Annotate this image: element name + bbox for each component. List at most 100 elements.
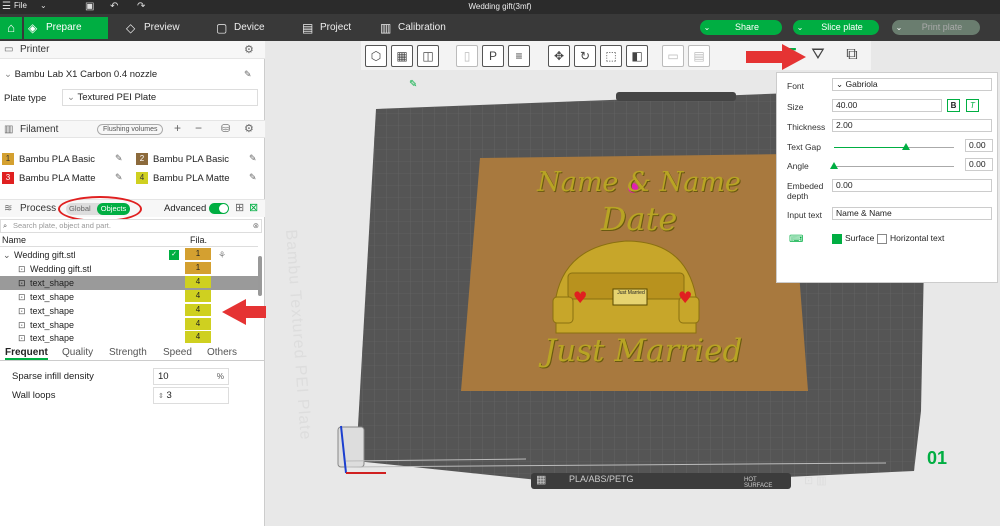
fila-cell[interactable]: 4 [185,304,211,316]
add-cube-icon[interactable]: ⬡ [365,45,387,67]
gear-icon[interactable]: ⚙ [244,43,254,56]
edit-icon[interactable]: ✎ [115,153,123,164]
tab-quality[interactable]: Quality [62,347,93,358]
slice-plate-button[interactable]: Slice plate [805,20,879,35]
split-icon[interactable]: ▤ [688,45,710,67]
slider-thumb[interactable] [830,162,838,169]
part-row[interactable]: ⊡ Wedding gift.stl 1 [0,262,258,276]
part-name: Wedding gift.stl [30,264,92,274]
advanced-toggle[interactable] [209,203,229,214]
keyboard-icon[interactable]: ⌨ [789,234,803,245]
add-icon[interactable]: + [174,121,181,135]
size-input[interactable]: 40.00 [832,99,942,112]
gear-icon[interactable]: ⚙ [244,122,254,135]
settings-icon[interactable]: ⚘ [218,248,226,262]
project-icon: ▤ [302,21,314,35]
fila-cell[interactable]: 4 [185,318,211,330]
edit-icon[interactable]: ✎ [249,153,257,164]
model-text-just-married[interactable]: Just Married [498,333,788,369]
orient-icon[interactable]: ⊡ [804,475,813,487]
embedded-depth-input[interactable]: 0.00 [832,179,992,192]
tab-speed[interactable]: Speed [163,347,192,358]
chevron-down-icon[interactable]: ⌄ [3,248,11,262]
3d-viewport[interactable]: ♥ ♥ ✎ Name & Name Date Just Married Just… [266,41,1000,526]
printer-select[interactable]: ⌄ Bambu Lab X1 Carbon 0.4 nozzle [0,67,258,84]
font-select[interactable]: ⌄ Gabriola [832,78,992,91]
remove-icon[interactable]: − [195,121,202,135]
tab-strength[interactable]: Strength [109,347,147,358]
stepper-icon[interactable]: ⇕ [158,393,164,400]
surface-option[interactable]: Surface [832,233,874,244]
tab-frequent[interactable]: Frequent [5,347,48,360]
paint-bucket-icon[interactable]: ⛛ [807,45,829,67]
tab-others[interactable]: Others [207,347,237,358]
surface-checkbox[interactable] [832,233,842,244]
fila-cell[interactable]: 1 [185,248,211,260]
fila-cell[interactable]: 4 [185,331,211,343]
angle-input[interactable]: 0.00 [965,158,993,171]
edit-icon[interactable]: ✎ [244,69,252,80]
edit-icon[interactable]: ✎ [249,172,257,183]
filament-slot-1[interactable]: 1 Bambu PLA Basic [2,152,128,168]
horizontal-text-option[interactable]: Horizontal text [877,233,944,244]
text-gap-input[interactable]: 0.00 [965,139,993,152]
tab-preview[interactable]: ◇ Preview [122,17,202,39]
part-row[interactable]: ⊡ text_shape 4 [0,331,258,343]
part-row-selected[interactable]: ⊡ text_shape 4 [0,276,258,290]
compare-icon[interactable]: ⊞ [235,201,244,214]
plate-type-select[interactable]: ⌄ Textured PEI Plate [62,89,258,106]
add-plate-icon[interactable]: ▦ [391,45,413,67]
rotate-icon[interactable]: ↻ [574,45,596,67]
grid-icon[interactable]: ⊠ [249,201,258,214]
input-text-field[interactable]: Name & Name [832,207,992,220]
cut-icon[interactable]: ▭ [662,45,684,67]
plate-p-icon[interactable]: P [482,45,504,67]
thickness-input[interactable]: 2.00 [832,119,992,132]
object-list-scrollbar[interactable] [258,256,262,296]
print-plate-button[interactable]: Print plate [904,20,980,35]
auto-orient-icon[interactable]: ◫ [417,45,439,67]
object-row[interactable]: ⌄ Wedding gift.stl ✓ 1 ⚘ [0,248,258,262]
fila-cell[interactable]: 4 [185,290,211,302]
edit-icon[interactable]: ✎ [115,172,123,183]
horizontal-text-checkbox[interactable] [877,233,887,244]
plate-actions[interactable]: ⊡ ▥ [804,474,827,487]
model-text-date[interactable]: Date [494,200,784,238]
part-row[interactable]: ⊡ text_shape 4 [0,318,258,332]
fila-cell[interactable]: 1 [185,262,211,274]
scale-icon[interactable]: ⬚ [600,45,622,67]
arrange-icon[interactable]: ▯ [456,45,478,67]
layers-icon[interactable]: ≡ [508,45,530,67]
lay-on-face-icon[interactable]: ◧ [626,45,648,67]
italic-button[interactable]: T [966,99,979,112]
bold-button[interactable]: B [947,99,960,112]
tab-project[interactable]: ▤ Project [298,17,368,39]
filament-slot-3[interactable]: 3 Bambu PLA Matte [2,171,128,187]
move-icon[interactable]: ✥ [548,45,570,67]
slider-thumb[interactable] [902,143,910,150]
home-button[interactable]: ⌂ [0,17,22,39]
size-label: Size [787,102,804,112]
checkbox-checked[interactable]: ✓ [169,250,179,260]
assembly-icon[interactable]: ⧉ [841,45,863,67]
angle-slider[interactable] [830,162,954,169]
part-row[interactable]: ⊡ text_shape 4 [0,290,258,304]
share-button[interactable]: Share [712,20,782,35]
tab-device[interactable]: ▢ Device [212,17,282,39]
tab-prepare[interactable]: ◈ Prepare [24,17,108,39]
fila-cell[interactable]: 4 [185,276,211,288]
sparse-infill-input[interactable]: 10 % [153,368,229,385]
flushing-volumes-button[interactable]: Flushing volumes [97,124,164,135]
trash-icon[interactable]: ▥ [816,475,826,487]
filament-slot-4[interactable]: 4 Bambu PLA Matte [136,171,262,187]
filament-slot-2[interactable]: 2 Bambu PLA Basic [136,152,262,168]
wall-loops-stepper[interactable]: ⇕ 3 [153,387,229,404]
text-gap-slider[interactable] [834,143,954,150]
tab-calibration[interactable]: ▥ Calibration [376,17,466,39]
model-text-names[interactable]: Name & Name [494,167,784,198]
sync-icon[interactable]: ⛁ [221,122,230,135]
clear-icon[interactable]: ⊗ [253,220,259,232]
part-row[interactable]: ⊡ text_shape 4 [0,304,258,318]
plate-type-label: Plate type [4,93,47,104]
object-search-input[interactable]: ⌕ Search plate, object and part. ⊗ [0,219,262,233]
